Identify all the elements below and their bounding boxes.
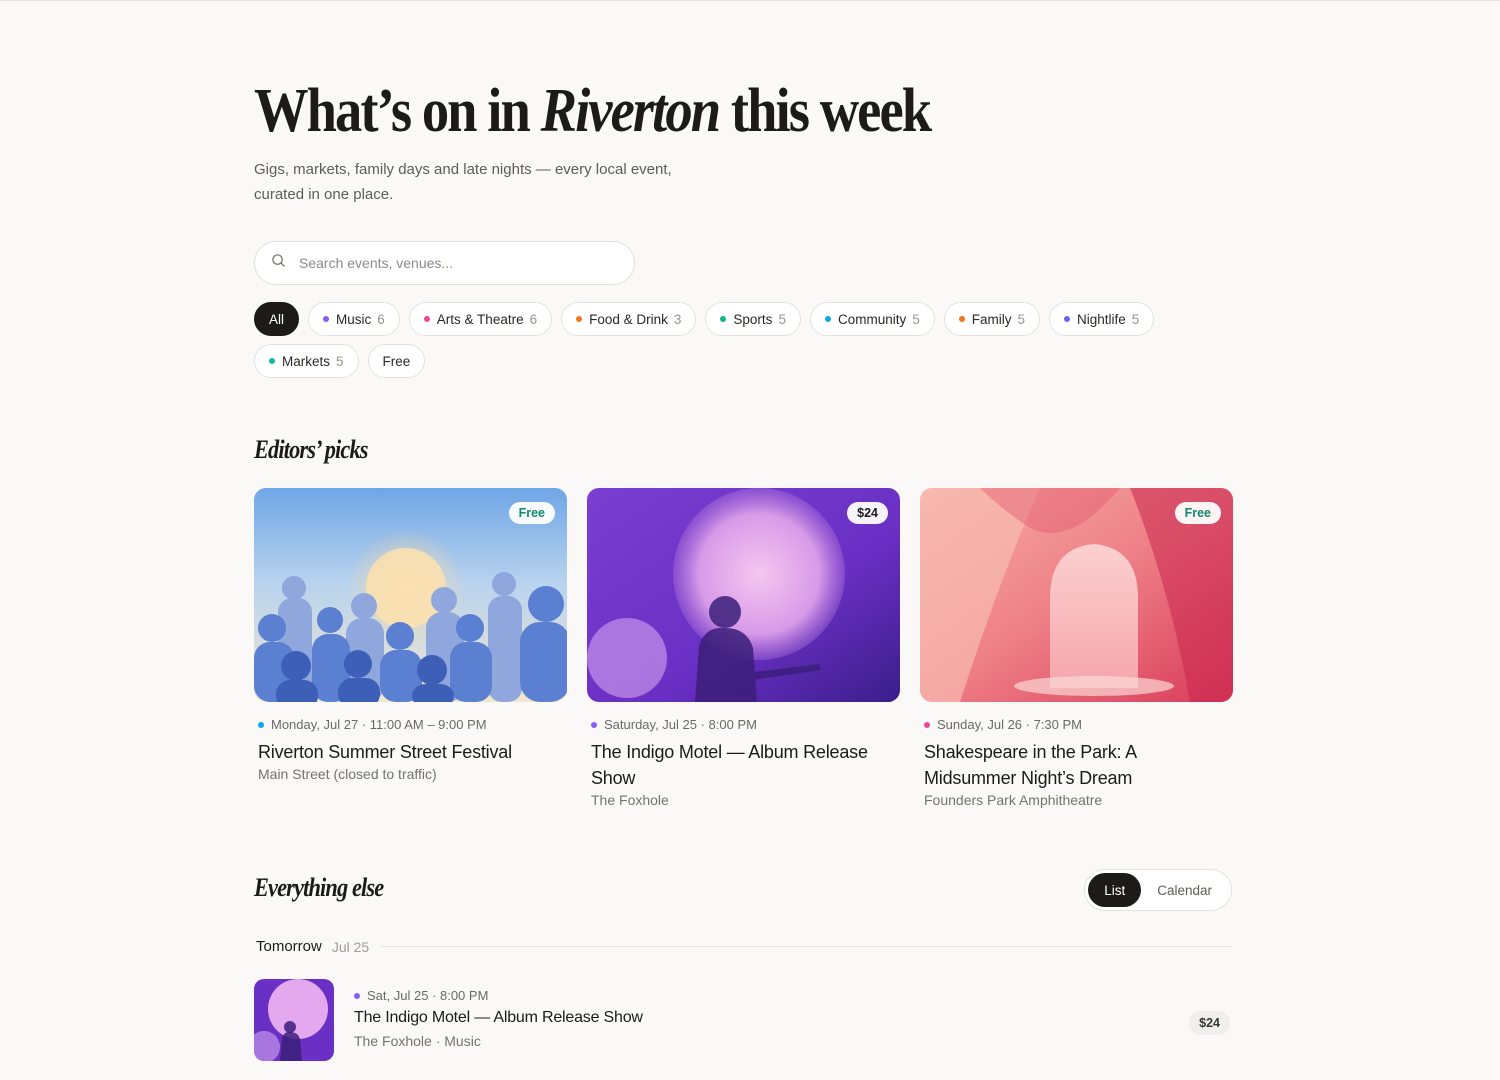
filter-chip-free[interactable]: Free xyxy=(367,344,426,378)
filter-chip-sports[interactable]: Sports 5 xyxy=(705,302,801,336)
event-date-text: Saturday, Jul 25 · 8:00 PM xyxy=(604,717,757,732)
event-date: Sunday, Jul 26 · 7:30 PM xyxy=(924,717,1229,732)
day-label: Tomorrow xyxy=(256,938,322,955)
event-date-text: Monday, Jul 27 · 11:00 AM – 9:00 PM xyxy=(271,717,487,732)
event-date-text: Sat, Jul 25 · 8:00 PM xyxy=(367,988,489,1003)
filter-chip-community[interactable]: Community 5 xyxy=(809,302,935,336)
event-title[interactable]: The Indigo Motel — Album Release Show xyxy=(354,1009,1230,1027)
everything-else-heading: Everything else xyxy=(254,873,384,902)
event-image-theatre: Free xyxy=(920,488,1233,702)
price-badge: Free xyxy=(1174,502,1221,524)
filter-label: All xyxy=(269,311,285,327)
event-card[interactable]: Free Sunday, Jul 26 · 7:30 PM Shakespear… xyxy=(920,488,1233,808)
filter-label: Food & Drink xyxy=(589,311,668,327)
divider xyxy=(381,946,1232,947)
category-dot xyxy=(1064,316,1070,322)
filter-chip-arts-theatre[interactable]: Arts & Theatre 6 xyxy=(408,302,553,336)
category-dot xyxy=(576,316,583,322)
title-text: What’s on in xyxy=(254,77,541,145)
event-date: Saturday, Jul 25 · 8:00 PM xyxy=(591,717,896,732)
filter-label: Community xyxy=(837,311,907,327)
category-dot xyxy=(924,721,930,728)
editors-picks-cards: Free Monday, Jul 27 · 11:00 AM – 9:00 PM… xyxy=(254,488,1233,808)
filter-label: Family xyxy=(971,311,1012,327)
day-group-header: Tomorrow Jul 25 xyxy=(256,938,1232,955)
price-badge: Free xyxy=(508,502,555,524)
filter-chip-markets[interactable]: Markets 5 xyxy=(254,344,359,378)
view-toggle: List Calendar xyxy=(1084,869,1232,911)
page-title: What’s on in Riverton this week xyxy=(254,77,932,145)
category-dot xyxy=(958,316,965,322)
event-image-concert: $24 xyxy=(587,488,900,702)
event-card[interactable]: Free Monday, Jul 27 · 11:00 AM – 9:00 PM… xyxy=(254,488,567,808)
category-dot xyxy=(258,721,264,728)
search-icon xyxy=(271,253,286,273)
category-dot xyxy=(824,316,831,322)
filter-count: 6 xyxy=(529,311,538,327)
filter-chip-music[interactable]: Music 6 xyxy=(308,302,400,336)
category-dot xyxy=(591,721,597,728)
category-dot xyxy=(354,992,360,999)
filter-label: Arts & Theatre xyxy=(436,311,524,327)
category-dot xyxy=(269,358,275,364)
filter-label: Free xyxy=(382,353,411,369)
editors-picks-heading: Editors’ picks xyxy=(254,435,369,464)
calendar-view-button[interactable]: Calendar xyxy=(1141,873,1228,907)
filter-count: 5 xyxy=(1131,311,1140,327)
price-badge: $24 xyxy=(1189,1011,1230,1035)
event-date-text: Sunday, Jul 26 · 7:30 PM xyxy=(937,717,1083,732)
event-title[interactable]: Shakespeare in the Park: A Midsummer Nig… xyxy=(924,739,1229,791)
event-venue: Main Street (closed to traffic) xyxy=(258,766,437,782)
filter-count: 5 xyxy=(912,311,920,327)
filter-chip-all[interactable]: All xyxy=(254,302,300,336)
event-title[interactable]: The Indigo Motel — Album Release Show xyxy=(591,739,896,791)
event-date: Sat, Jul 25 · 8:00 PM xyxy=(354,988,1230,1003)
event-thumbnail xyxy=(254,979,334,1061)
filter-count: 5 xyxy=(778,311,786,327)
filter-row: All Music 6 Arts & Theatre 6 Food & Drink 3 Spo… xyxy=(254,302,1194,336)
search-input[interactable] xyxy=(299,255,599,271)
filter-count: 5 xyxy=(1017,311,1025,327)
search-box[interactable] xyxy=(254,241,635,285)
price-badge: $24 xyxy=(847,502,888,524)
filter-count: 6 xyxy=(377,311,385,327)
title-text-end: this week xyxy=(719,77,932,145)
filter-chip-family[interactable]: Family 5 xyxy=(943,302,1040,336)
filter-label: Music xyxy=(336,311,372,327)
list-view-button[interactable]: List xyxy=(1088,873,1142,907)
event-title[interactable]: Riverton Summer Street Festival xyxy=(258,739,563,765)
event-image-festival: Free xyxy=(254,488,567,702)
page-subtitle: Gigs, markets, family days and late nigh… xyxy=(254,161,672,203)
category-dot xyxy=(423,316,430,322)
list-item[interactable]: Sat, Jul 25 · 8:00 PM The Indigo Motel —… xyxy=(254,979,1230,1063)
event-venue: Founders Park Amphitheatre xyxy=(924,792,1103,808)
filter-chip-food-drink[interactable]: Food & Drink 3 xyxy=(561,302,697,336)
category-filters: All Music 6 Arts & Theatre 6 Food & Drink 3 Spo… xyxy=(254,302,1194,386)
filter-count: 3 xyxy=(673,311,682,327)
filter-label: Sports xyxy=(733,311,773,327)
category-dot xyxy=(323,316,330,322)
filter-label: Nightlife xyxy=(1077,311,1126,327)
event-venue-category: The Foxhole · Music xyxy=(354,1033,481,1049)
filter-label: Markets xyxy=(282,353,331,369)
event-date: Monday, Jul 27 · 11:00 AM – 9:00 PM xyxy=(258,717,563,732)
day-date: Jul 25 xyxy=(331,938,370,955)
filter-chip-nightlife[interactable]: Nightlife 5 xyxy=(1049,302,1155,336)
event-venue: The Foxhole xyxy=(591,792,669,808)
filter-count: 5 xyxy=(336,353,344,369)
event-card[interactable]: $24 Saturday, Jul 25 · 8:00 PM The Indig… xyxy=(587,488,900,808)
title-city: Riverton xyxy=(540,77,721,145)
category-dot xyxy=(720,316,727,322)
filter-row: Markets 5 Free xyxy=(254,344,1194,378)
